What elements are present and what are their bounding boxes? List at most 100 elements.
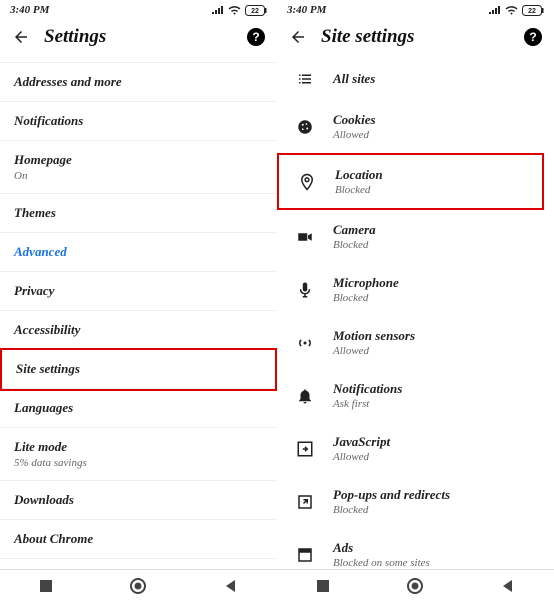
site-row-all-sites[interactable]: All sites [277,58,554,100]
row-label: Ads [333,540,430,556]
highlight-box: Site settings [0,348,277,391]
row-label: Motion sensors [333,328,415,344]
row-label: About Chrome [14,531,263,547]
motion-icon [295,334,315,352]
settings-row-downloads[interactable]: Downloads [0,481,277,520]
nav-bar [0,569,277,600]
page-title: Site settings [321,26,510,48]
status-time: 3:40 PM [10,4,49,16]
highlight-box: LocationBlocked [277,153,544,210]
list-icon [295,70,315,88]
phone-right: 3:40 PM 22 Site settings ? All sites Cook… [277,0,554,600]
nav-recent-icon[interactable] [316,579,330,593]
settings-row-themes[interactable]: Themes [0,194,277,233]
row-label: JavaScript [333,434,390,450]
row-label: Advanced [14,244,263,260]
bell-icon [295,387,315,405]
row-label: Languages [14,400,263,416]
settings-row-accessibility[interactable]: Accessibility [0,311,277,350]
row-label: Themes [14,205,263,221]
nav-back-icon[interactable] [224,579,238,593]
site-row-cookies[interactable]: CookiesAllowed [277,100,554,153]
signal-icon [212,6,224,15]
row-sub: Allowed [333,129,376,141]
settings-row-lite-mode[interactable]: Lite mode 5% data savings [0,428,277,481]
site-row-location[interactable]: LocationBlocked [279,155,542,208]
site-row-microphone[interactable]: MicrophoneBlocked [277,263,554,316]
row-label: Privacy [14,283,263,299]
settings-row-languages[interactable]: Languages [0,389,277,428]
nav-recent-icon[interactable] [39,579,53,593]
row-label: Accessibility [14,322,263,338]
location-icon [297,173,317,191]
settings-row-notifications[interactable]: Notifications [0,102,277,141]
row-label: Downloads [14,492,263,508]
row-sub: Blocked [333,239,376,251]
site-settings-list: All sitesCookiesAllowedLocationBlockedCa… [277,58,554,569]
help-icon[interactable]: ? [247,28,265,46]
status-time: 3:40 PM [287,4,326,16]
nav-bar [277,569,554,600]
row-sub: 5% data savings [14,457,263,469]
svg-text:22: 22 [251,8,259,15]
row-label: Microphone [333,275,399,291]
site-row-motion-sensors[interactable]: Motion sensorsAllowed [277,316,554,369]
settings-row-addresses-and-more[interactable]: Addresses and more [0,63,277,102]
row-sub: Blocked [333,504,450,516]
site-row-javascript[interactable]: JavaScriptAllowed [277,422,554,475]
row-label: Pop-ups and redirects [333,487,450,503]
row-sub: Ask first [333,398,402,410]
row-sub: Blocked on some sites [333,557,430,569]
settings-row-advanced[interactable]: Advanced [0,233,277,272]
mic-icon [295,281,315,299]
row-label: Cookies [333,112,376,128]
settings-row-site-settings[interactable]: Site settings [2,350,275,389]
help-icon[interactable]: ? [524,28,542,46]
battery-icon: 22 [522,5,544,16]
phone-left: 3:40 PM 22 Settings ? Addresses and more… [0,0,277,600]
row-sub: Allowed [333,345,415,357]
row-sub: Blocked [333,292,399,304]
site-row-camera[interactable]: CameraBlocked [277,210,554,263]
app-bar-right: Site settings ? [277,18,554,58]
row-sub: Blocked [335,184,383,196]
settings-row-about-chrome[interactable]: About Chrome [0,520,277,559]
status-icons: 22 [212,5,267,16]
settings-row-homepage[interactable]: Homepage On [0,141,277,194]
page-title: Settings [44,26,233,48]
site-row-notifications[interactable]: NotificationsAsk first [277,369,554,422]
app-bar-left: Settings ? [0,18,277,58]
site-row-pop-ups-and-redirects[interactable]: Pop-ups and redirectsBlocked [277,475,554,528]
row-label: Notifications [14,113,263,129]
row-label: All sites [333,71,375,87]
camera-icon [295,228,315,246]
row-label: Lite mode [14,439,263,455]
row-label: Camera [333,222,376,238]
cookie-icon [295,118,315,136]
nav-home-icon[interactable] [407,578,423,594]
row-sub: On [14,170,263,182]
back-icon[interactable] [12,28,30,46]
wifi-icon [228,6,241,15]
popup-icon [295,493,315,511]
row-label: Notifications [333,381,402,397]
signal-icon [489,6,501,15]
row-label: Location [335,167,383,183]
nav-back-icon[interactable] [501,579,515,593]
settings-row-privacy[interactable]: Privacy [0,272,277,311]
wifi-icon [505,6,518,15]
row-label: Homepage [14,152,263,168]
status-icons: 22 [489,5,544,16]
settings-list: Addresses and more Notifications Homepage O… [0,63,277,569]
row-label: Site settings [16,361,261,377]
status-bar: 3:40 PM 22 [277,0,554,18]
site-row-ads[interactable]: AdsBlocked on some sites [277,528,554,569]
back-icon[interactable] [289,28,307,46]
status-bar: 3:40 PM 22 [0,0,277,18]
battery-icon: 22 [245,5,267,16]
svg-text:22: 22 [528,8,536,15]
js-icon [295,440,315,458]
ads-icon [295,546,315,564]
nav-home-icon[interactable] [130,578,146,594]
row-sub: Allowed [333,451,390,463]
